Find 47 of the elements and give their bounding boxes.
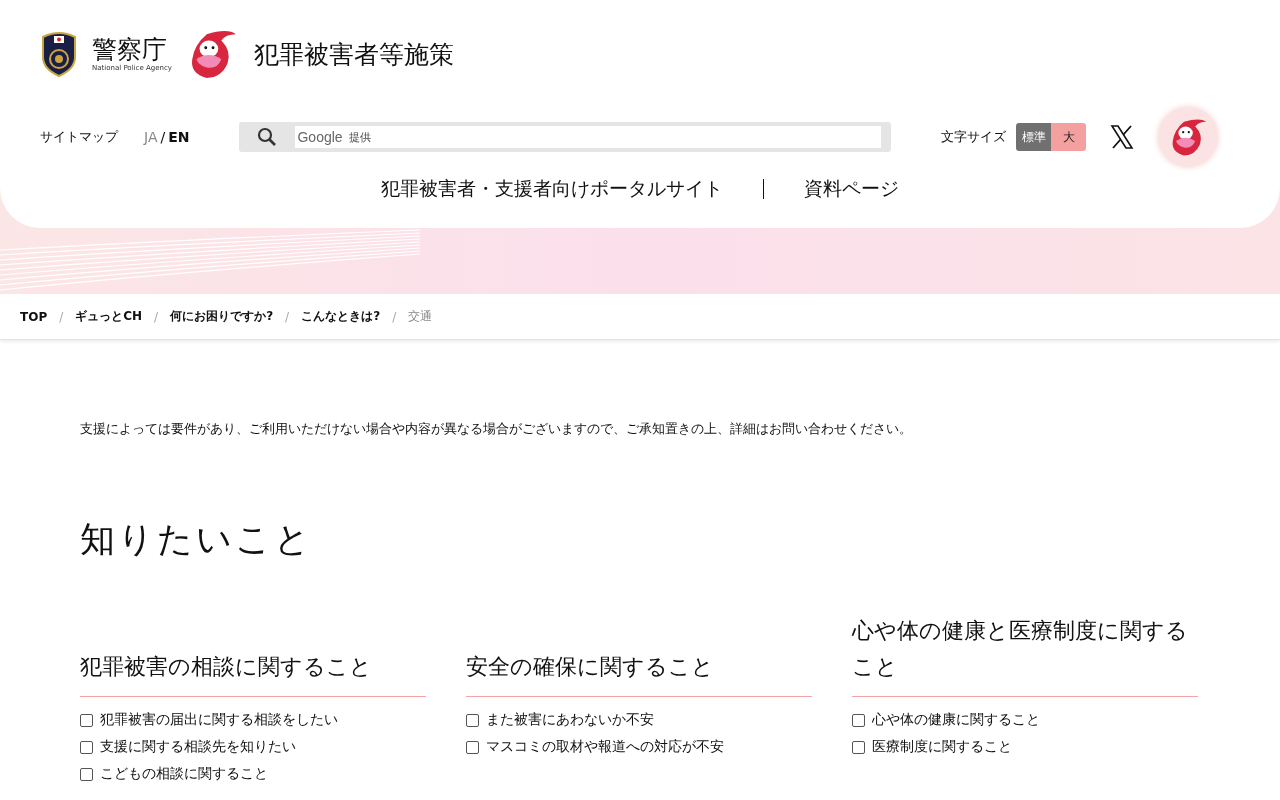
emblem-icon: [40, 31, 78, 77]
checkbox-label: 医療制度に関すること: [872, 738, 1012, 756]
breadcrumb-link[interactable]: TOP: [20, 309, 48, 324]
checkbox[interactable]: [852, 740, 865, 754]
search-placeholder: Google: [297, 129, 343, 145]
checkbox-label: また被害にあわないか不安: [486, 711, 654, 729]
category-title: 安全の確保に関すること: [466, 653, 714, 681]
checkbox[interactable]: [466, 713, 479, 727]
x-link[interactable]: [1110, 125, 1135, 149]
agency-name: 警察庁: [92, 36, 167, 64]
search-placeholder-note: 提供: [348, 129, 371, 145]
text-size-label: 文字サイズ: [941, 128, 1007, 146]
x-logo-icon: [1110, 125, 1135, 149]
breadcrumb-link[interactable]: ギュっとCH: [75, 308, 143, 325]
breadcrumb-link[interactable]: こんなときは?: [301, 308, 381, 325]
breadcrumb-separator: /: [154, 309, 159, 324]
text-size-button[interactable]: 大: [1051, 123, 1087, 151]
sitemap-link[interactable]: サイトマップ: [40, 128, 118, 146]
checkbox[interactable]: [852, 713, 865, 727]
breadcrumb-separator: /: [59, 309, 64, 324]
current-page-label: 交通: [408, 308, 433, 325]
checkbox-label: 心や体の健康に関すること: [872, 711, 1040, 729]
breadcrumb-separator: /: [392, 309, 397, 324]
language-link[interactable]: JA: [144, 129, 158, 145]
checkbox[interactable]: [80, 740, 93, 754]
language-link[interactable]: EN: [168, 129, 190, 145]
category-title: 心や体の健康と医療制度に関すること: [852, 617, 1189, 681]
checkbox-label: マスコミの取材や報道への対応が不安: [486, 738, 724, 756]
notice-text: 支援によっては要件があり、ご利用いただけない場合や内容が異なる場合がございますので、ご承知置きの上、詳細はお問い合わせください。: [80, 420, 913, 438]
checkbox[interactable]: [466, 740, 479, 754]
checkbox-label: こどもの相談に関すること: [100, 765, 268, 783]
search-icon: [257, 127, 278, 147]
text-size-button[interactable]: 標準: [1016, 123, 1052, 151]
language-separator: /: [160, 129, 166, 145]
checkbox[interactable]: [80, 713, 93, 727]
nav-link[interactable]: 資料ページ: [764, 176, 939, 202]
mascot-link[interactable]: [1158, 107, 1219, 167]
checkbox[interactable]: [80, 767, 93, 781]
checkbox-label: 支援に関する相談先を知りたい: [100, 738, 296, 756]
breadcrumb-separator: /: [285, 309, 290, 324]
breadcrumb-link[interactable]: 何にお困りですか?: [170, 308, 274, 325]
site-title[interactable]: 犯罪被害者等施策: [253, 37, 454, 71]
nav-link[interactable]: 犯罪被害者・支援者向けポータルサイト: [341, 176, 763, 202]
search-field[interactable]: Google 提供: [239, 122, 892, 152]
section-title: 知りたいこと: [80, 518, 314, 561]
checkbox-label: 犯罪被害の届出に関する相談をしたい: [100, 711, 338, 729]
category-title: 犯罪被害の相談に関すること: [80, 653, 372, 681]
